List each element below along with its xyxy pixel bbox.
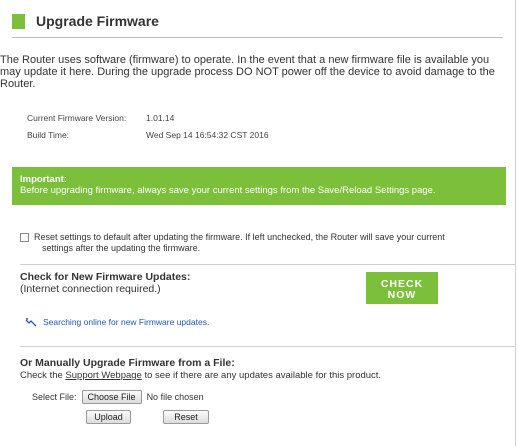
reset-button[interactable]: Reset — [163, 410, 209, 424]
header-marker — [12, 13, 25, 29]
check-updates-title: Check for New Firmware Updates: — [20, 271, 191, 283]
reset-option-text-1: Reset settings to default after updating… — [34, 232, 445, 242]
upgrade-firmware-panel: Upgrade Firmware The Router uses softwar… — [0, 0, 516, 446]
manual-upgrade-text: Check the Support Webpage to see if ther… — [20, 370, 381, 381]
important-banner: Important: Before upgrading firmware, al… — [12, 167, 506, 205]
choose-file-button[interactable]: Choose File — [81, 390, 142, 404]
important-text: Before upgrading firmware, always save y… — [20, 185, 436, 196]
file-status: No file chosen — [146, 392, 204, 402]
header-divider — [12, 37, 503, 38]
section-divider — [20, 346, 515, 347]
reset-option-text-2: settings after the updating the firmware… — [42, 243, 201, 253]
build-time-label: Build Time: — [27, 130, 70, 140]
intro-text: The Router uses software (firmware) to o… — [0, 54, 495, 90]
support-webpage-link[interactable]: Support Webpage — [65, 370, 141, 381]
current-version-value: 1.01.14 — [146, 113, 175, 123]
check-now-button[interactable]: CHECK NOW — [366, 272, 438, 304]
manual-text-after: to see if there are any updates availabl… — [141, 370, 382, 381]
search-status: Searching online for new Firmware update… — [25, 317, 209, 327]
select-file-label: Select File: — [32, 392, 77, 402]
upload-button[interactable]: Upload — [86, 410, 131, 424]
page-title: Upgrade Firmware — [36, 13, 159, 29]
section-divider — [20, 264, 515, 265]
reset-checkbox[interactable] — [20, 233, 29, 242]
select-file-row: Select File: Choose File No file chosen — [32, 389, 204, 405]
build-time-value: Wed Sep 14 16:54:32 CST 2016 — [146, 130, 269, 140]
reset-option: Reset settings to default after updating… — [20, 232, 490, 254]
manual-text-before: Check the — [20, 370, 66, 381]
manual-upgrade-title: Or Manually Upgrade Firmware from a File… — [20, 357, 235, 369]
check-updates-subtitle: (Internet connection required.) — [20, 283, 161, 295]
searching-icon — [25, 317, 37, 327]
page-header: Upgrade Firmware — [12, 11, 159, 31]
search-status-text: Searching online for new Firmware update… — [43, 317, 210, 327]
current-version-label: Current Firmware Version: — [27, 113, 127, 123]
check-now-label-2: NOW — [387, 289, 417, 301]
important-title: Important: — [20, 174, 67, 185]
